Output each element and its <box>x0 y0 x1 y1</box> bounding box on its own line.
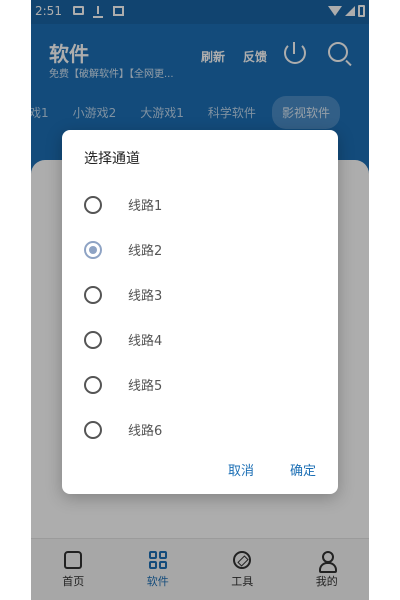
channel-option-2[interactable]: 线路2 <box>84 227 162 272</box>
channel-option-4[interactable]: 线路4 <box>84 317 162 362</box>
dialog-actions: 取消 确定 <box>228 460 316 479</box>
radio-unchecked-icon[interactable] <box>84 330 102 349</box>
channel-option-label: 线路3 <box>128 289 163 304</box>
channel-option-label: 线路2 <box>128 244 163 259</box>
radio-checked-icon[interactable] <box>84 240 102 259</box>
channel-option-label: 线路5 <box>128 379 163 394</box>
channel-dialog: 选择通道 线路1 线路2 线路3 线路4 线路5 线路6 取消 确定 <box>62 130 338 494</box>
channel-option-label: 线路6 <box>128 424 163 439</box>
channel-option-5[interactable]: 线路5 <box>84 362 162 407</box>
channel-option-1[interactable]: 线路1 <box>84 182 162 227</box>
phone-screen: 2:51 软件 免费【破解软件】【全网更... 刷新 反馈 戏1 小游戏2 大游… <box>31 0 369 600</box>
confirm-button[interactable]: 确定 <box>290 460 316 479</box>
channel-option-3[interactable]: 线路3 <box>84 272 162 317</box>
cancel-button[interactable]: 取消 <box>228 460 254 479</box>
channel-option-label: 线路1 <box>128 199 163 214</box>
radio-unchecked-icon[interactable] <box>84 195 102 214</box>
dialog-title: 选择通道 <box>84 151 140 167</box>
channel-options: 线路1 线路2 线路3 线路4 线路5 线路6 <box>84 182 162 452</box>
radio-unchecked-icon[interactable] <box>84 285 102 304</box>
radio-unchecked-icon[interactable] <box>84 375 102 394</box>
radio-unchecked-icon[interactable] <box>84 420 102 439</box>
channel-option-label: 线路4 <box>128 334 163 349</box>
channel-option-6[interactable]: 线路6 <box>84 407 162 452</box>
